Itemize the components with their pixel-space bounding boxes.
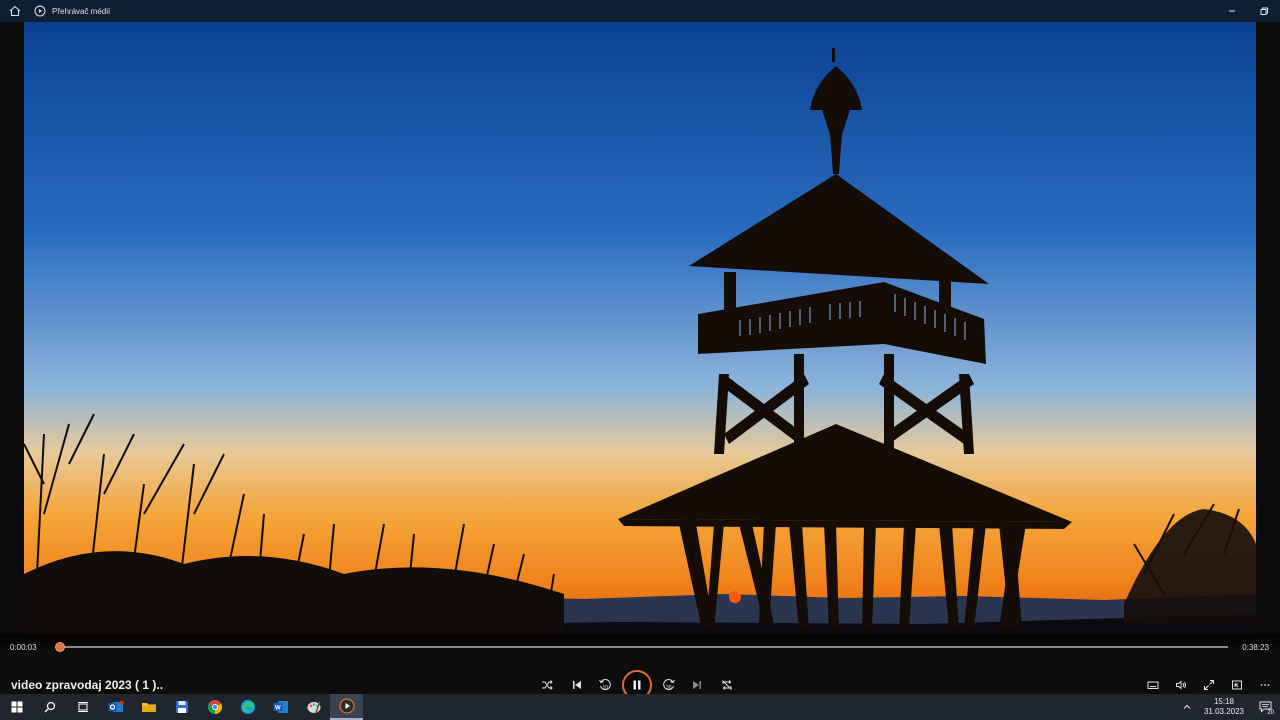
current-time: 0:00:03 — [10, 643, 37, 652]
view-buttons — [1142, 674, 1276, 696]
clock[interactable]: 15:18 31.03.2023 — [1198, 697, 1250, 717]
home-icon[interactable] — [0, 0, 30, 22]
search-icon — [44, 701, 55, 713]
fullscreen-icon — [1204, 680, 1214, 690]
taskbar-media-player[interactable] — [330, 694, 363, 720]
total-time: 0:38:23 — [1242, 643, 1269, 652]
windows-icon — [11, 701, 22, 713]
taskbar: W 15:18 31.03.2023 20 — [0, 694, 1280, 720]
svg-text:W: W — [275, 706, 281, 712]
previous-icon — [573, 681, 581, 689]
taskbar-save-app[interactable] — [165, 694, 198, 720]
shuffle-button[interactable] — [536, 674, 558, 696]
repeat-button[interactable] — [716, 674, 738, 696]
pause-icon — [633, 680, 641, 690]
window-controls — [1216, 0, 1280, 22]
folder-icon — [141, 703, 156, 712]
taskbar-chrome[interactable] — [198, 694, 231, 720]
skip-forward-button[interactable]: 30 — [658, 674, 680, 696]
task-view-button[interactable] — [66, 694, 99, 720]
next-icon — [693, 681, 701, 689]
taskbar-paint[interactable] — [297, 694, 330, 720]
previous-button[interactable] — [566, 674, 588, 696]
show-hidden-icons-button[interactable] — [1176, 694, 1198, 720]
playback-buttons: 10 30 — [536, 670, 738, 700]
outlook-icon — [108, 700, 124, 712]
mini-player-button[interactable] — [1226, 674, 1248, 696]
video-image — [24, 14, 1256, 640]
notifications-button[interactable]: 20 — [1250, 694, 1280, 720]
repeat-off-icon — [722, 680, 732, 690]
floppy-disk-icon — [175, 701, 188, 713]
media-player-window: Přehrávač médií 0:00:03 0:38:23 video zp… — [0, 0, 1280, 720]
shuffle-icon — [542, 680, 553, 690]
fullscreen-button[interactable] — [1198, 674, 1220, 696]
window-title: Přehrávač médií — [52, 6, 111, 16]
word-icon: W — [273, 701, 288, 713]
minimize-button[interactable] — [1216, 0, 1248, 22]
skip-back-icon: 10 — [599, 679, 611, 691]
seek-bar[interactable] — [54, 642, 1228, 652]
chevron-up-icon — [1183, 704, 1191, 709]
video-frame[interactable] — [24, 14, 1256, 640]
svg-text:10: 10 — [603, 685, 609, 691]
notification-count: 20 — [1267, 710, 1274, 716]
more-icon — [1260, 684, 1270, 686]
clock-date: 31.03.2023 — [1203, 707, 1245, 716]
media-title: video zpravodaj 2023 ( 1 ).. — [11, 678, 164, 692]
task-view-icon — [77, 702, 88, 712]
media-player-icon — [34, 5, 46, 17]
restore-icon — [1260, 7, 1268, 15]
seek-thumb[interactable] — [54, 642, 65, 652]
paint-icon — [307, 700, 321, 714]
taskbar-outlook[interactable] — [99, 694, 132, 720]
captions-icon — [1147, 681, 1159, 689]
edge-icon — [240, 700, 255, 714]
title-bar: Přehrávač médií — [0, 0, 1280, 22]
media-player-icon — [338, 698, 355, 714]
restore-button[interactable] — [1248, 0, 1280, 22]
clock-time: 15:18 — [1213, 697, 1235, 706]
svg-text:30: 30 — [666, 685, 672, 691]
start-button[interactable] — [0, 694, 33, 720]
taskbar-word[interactable]: W — [264, 694, 297, 720]
mini-player-icon — [1232, 680, 1242, 690]
chrome-icon — [207, 700, 222, 715]
volume-button[interactable] — [1170, 674, 1192, 696]
player-controls: 0:00:03 0:38:23 video zpravodaj 2023 ( 1… — [0, 634, 1280, 700]
minimize-icon — [1229, 10, 1235, 12]
volume-icon — [1176, 680, 1186, 690]
taskbar-edge[interactable] — [231, 694, 264, 720]
skip-back-button[interactable]: 10 — [594, 674, 616, 696]
captions-button[interactable] — [1142, 674, 1164, 696]
taskbar-file-explorer[interactable] — [132, 694, 165, 720]
search-button[interactable] — [33, 694, 66, 720]
system-tray: 15:18 31.03.2023 20 — [1176, 694, 1280, 720]
skip-forward-icon: 30 — [663, 679, 675, 691]
next-button[interactable] — [686, 674, 708, 696]
more-options-button[interactable] — [1254, 674, 1276, 696]
